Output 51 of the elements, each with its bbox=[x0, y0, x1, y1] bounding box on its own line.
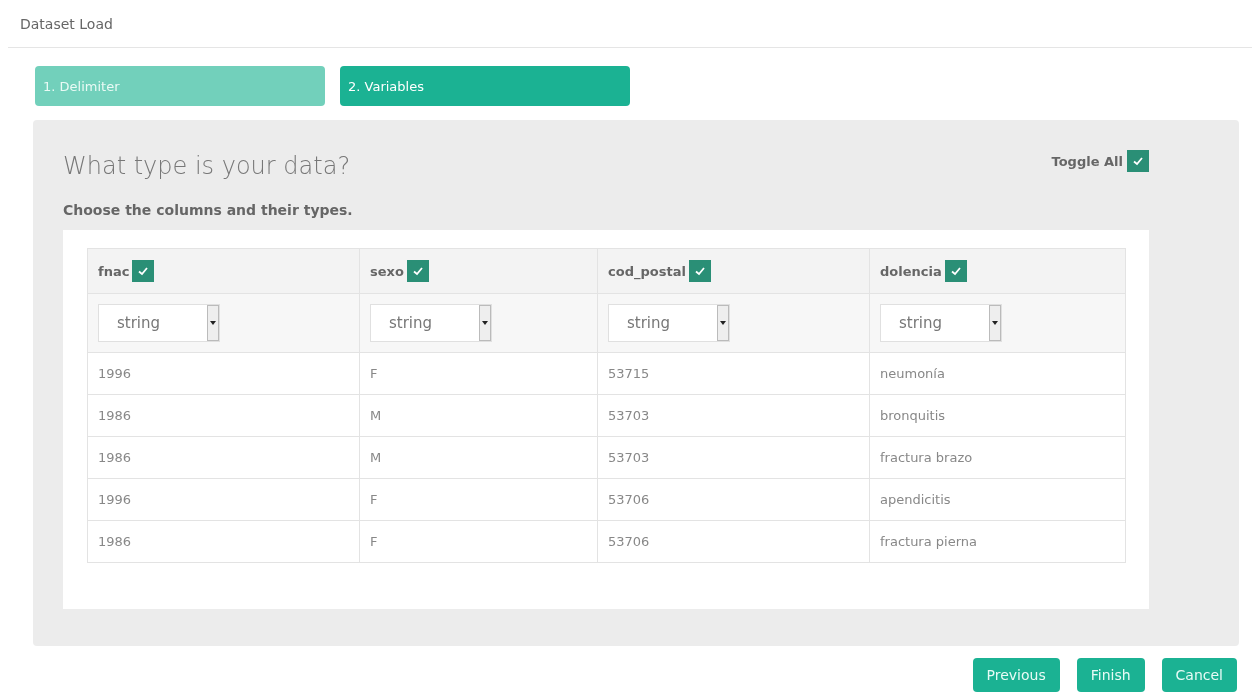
table-cell: 53715 bbox=[608, 366, 650, 381]
table-cell: 53703 bbox=[608, 408, 650, 423]
step-tab[interactable]: 2. Variables bbox=[340, 66, 630, 106]
caret-icon bbox=[992, 321, 998, 325]
panel-subtitle: Choose the columns and their types. bbox=[63, 202, 354, 218]
check-icon bbox=[411, 265, 424, 277]
table-cell: 53706 bbox=[608, 492, 650, 507]
table-cell: 1986 bbox=[98, 534, 132, 549]
panel-title: What type is your data? bbox=[63, 152, 351, 180]
column-header: sexo bbox=[370, 263, 404, 279]
column-checkbox[interactable] bbox=[944, 260, 967, 282]
table-cell: bronquitis bbox=[880, 408, 946, 423]
check-icon bbox=[949, 265, 962, 277]
dialog-button[interactable]: Finish bbox=[1076, 658, 1145, 692]
table-cell: F bbox=[370, 366, 378, 381]
column-header: dolencia bbox=[880, 263, 942, 279]
column-header: fnac bbox=[98, 263, 130, 279]
dialog-button[interactable]: Cancel bbox=[1161, 658, 1237, 692]
table-cell: M bbox=[370, 450, 382, 465]
type-select[interactable]: string bbox=[98, 304, 220, 342]
column-checkbox[interactable] bbox=[688, 260, 711, 282]
check-icon bbox=[137, 265, 150, 277]
caret-icon bbox=[210, 321, 216, 325]
toggle-all-label: Toggle All bbox=[1051, 153, 1123, 169]
column-header: cod_postal bbox=[608, 263, 686, 279]
table-cell: fractura pierna bbox=[880, 534, 977, 549]
table-cell: F bbox=[370, 492, 378, 507]
toggle-all-checkbox[interactable] bbox=[1127, 150, 1149, 172]
table-cell: 1986 bbox=[98, 450, 132, 465]
table-cell: 53703 bbox=[608, 450, 650, 465]
table-cell: fractura brazo bbox=[880, 450, 973, 465]
table-cell: 53706 bbox=[608, 534, 650, 549]
step-tab[interactable]: 1. Delimiter bbox=[35, 66, 325, 106]
caret-icon bbox=[720, 321, 726, 325]
table-cell: 1986 bbox=[98, 408, 132, 423]
type-select[interactable]: string bbox=[608, 304, 730, 342]
table-cell: apendicitis bbox=[880, 492, 951, 507]
dialog-button[interactable]: Previous bbox=[972, 658, 1060, 692]
table-cell: F bbox=[370, 534, 378, 549]
table-cell: 1996 bbox=[98, 366, 132, 381]
type-select[interactable]: string bbox=[370, 304, 492, 342]
check-icon bbox=[693, 265, 706, 277]
caret-icon bbox=[482, 321, 488, 325]
check-icon bbox=[1132, 155, 1144, 167]
column-checkbox[interactable] bbox=[406, 260, 429, 282]
table-cell: neumonía bbox=[880, 366, 945, 381]
table-cell: M bbox=[370, 408, 382, 423]
dialog-title: Dataset Load bbox=[20, 15, 113, 32]
type-select[interactable]: string bbox=[880, 304, 1002, 342]
table-cell: 1996 bbox=[98, 492, 132, 507]
column-checkbox[interactable] bbox=[132, 260, 155, 282]
